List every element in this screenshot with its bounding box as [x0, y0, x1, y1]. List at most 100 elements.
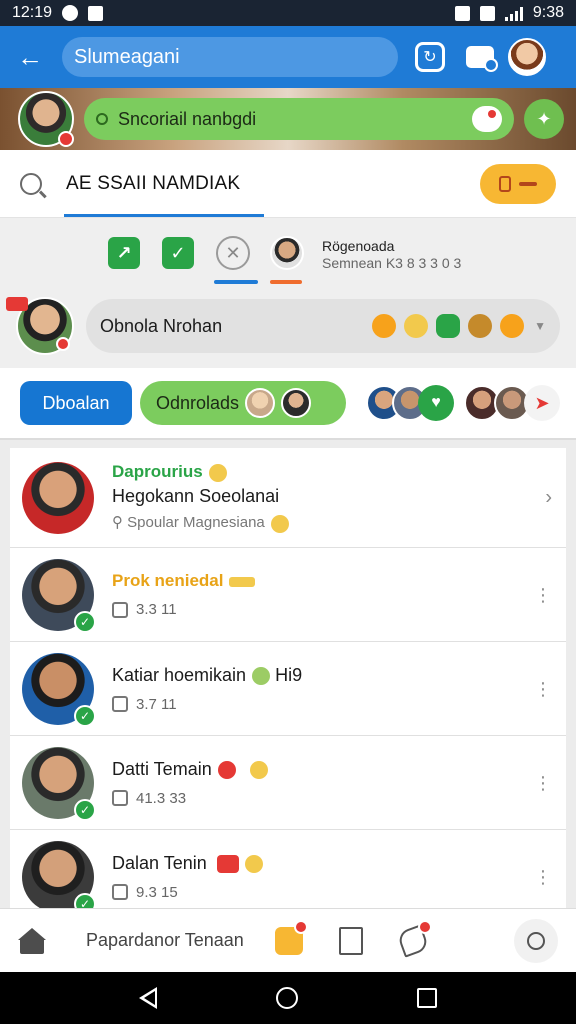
list-item-body: Prok neniedal 3.3 11: [112, 571, 256, 618]
back-arrow-icon[interactable]: ←: [12, 39, 48, 75]
reaction-group: [372, 314, 525, 338]
app-title: Slumeagani: [74, 45, 180, 68]
flag-icon: [6, 297, 28, 311]
channel-avatar[interactable]: [6, 297, 74, 355]
list-item-detail: ⚲ Spoular Magnesiana: [112, 513, 289, 533]
list-item-title: Datti Temain: [112, 759, 268, 780]
magic-search-icon[interactable]: ✦: [524, 99, 564, 139]
search-input[interactable]: AE SSAII NAMDIAK: [66, 173, 240, 195]
chat-icon: [466, 46, 498, 72]
search-row: AE SSAII NAMDIAK: [0, 150, 576, 218]
tab-meta-name: Rögenoada: [322, 238, 395, 254]
list-item[interactable]: ✓ Dalan Tenin 9.3 15 ⋮: [10, 830, 566, 908]
nav-pen[interactable]: [396, 919, 432, 958]
filter-primary-button[interactable]: Dboalan: [20, 381, 132, 425]
title-search-pill[interactable]: Slumeagani: [62, 37, 398, 77]
notification-chip-icon[interactable]: [472, 106, 502, 132]
status-time: 12:19: [12, 4, 53, 21]
emoji-icon: [249, 760, 268, 779]
list-item-title: Daprourius: [112, 462, 289, 482]
thumbs-up-icon[interactable]: [112, 790, 128, 806]
filter-secondary-label: Odnrolads: [156, 392, 240, 413]
profile-icon[interactable]: [514, 918, 558, 963]
list-item-subtitle: Hegokann Soeolanai: [112, 486, 280, 507]
avatar[interactable]: [508, 38, 546, 76]
more-options-icon[interactable]: ⋮: [534, 680, 552, 698]
avatar-stack: ♥ ➤: [366, 385, 560, 421]
banner-avatar[interactable]: [18, 91, 74, 147]
emoji-icon[interactable]: [468, 314, 493, 338]
emoji-icon[interactable]: [436, 314, 461, 338]
emoji-icon[interactable]: [372, 314, 397, 338]
heart-icon[interactable]: ♥: [418, 385, 454, 421]
badge: [58, 131, 74, 147]
list-item[interactable]: Daprourius Hegokann Soeolanai ⚲ Spoular …: [10, 448, 566, 548]
more-options-icon[interactable]: ⋮: [534, 868, 552, 886]
banner-pill-text: Sncoriail nanbgdi: [118, 108, 257, 129]
notification-icon: [62, 5, 79, 21]
signal-icon: [504, 6, 523, 21]
nav-key[interactable]: [272, 919, 308, 958]
tab-link-icon[interactable]: ↗: [108, 237, 140, 269]
close-icon[interactable]: ✕: [216, 236, 250, 270]
channel-pill[interactable]: Obnola Nrohan ▼: [86, 299, 560, 353]
banner-pill[interactable]: Sncoriail nanbgdi: [84, 98, 514, 140]
system-home-icon[interactable]: [275, 987, 298, 1009]
list-item-body: Daprourius Hegokann Soeolanai ⚲ Spoular …: [112, 462, 289, 533]
tab-indicator-active: [214, 280, 258, 284]
system-recents-icon[interactable]: [416, 988, 437, 1008]
search-icon[interactable]: [20, 172, 42, 195]
filter-primary-label: Dboalan: [42, 392, 110, 413]
verified-icon: ✓: [74, 798, 96, 821]
vibrate-icon: [479, 5, 495, 21]
system-back-icon[interactable]: [139, 987, 158, 1009]
system-nav: [0, 972, 576, 1024]
more-options-icon[interactable]: ⋮: [534, 586, 552, 604]
banner: Sncoriail nanbgdi ✦: [0, 88, 576, 150]
tabs-section: ↗ ✓ ✕ Rögenoada Semnean K3 8 3 3 0 3 Obn…: [0, 218, 576, 368]
chat-button[interactable]: [462, 39, 498, 75]
status-left: 12:19: [12, 4, 104, 22]
list-item[interactable]: ✓ Datti Temain 41.3 33 ⋮: [10, 736, 566, 830]
emoji-icon[interactable]: [500, 314, 525, 338]
emoji-icon: [208, 464, 227, 482]
filter-secondary-button[interactable]: Odnrolads: [140, 381, 346, 425]
list-item-title: Katiar hoemikain Hi9: [112, 664, 303, 685]
avatar: [281, 388, 312, 418]
bottom-nav-label[interactable]: Papardanor Tenaan: [86, 930, 244, 951]
emoji-icon: [252, 666, 271, 685]
thumbs-up-icon[interactable]: [112, 884, 128, 900]
likes: 3.7 11: [112, 696, 302, 713]
search-underline: [64, 214, 264, 217]
thumbs-up-icon[interactable]: [112, 696, 128, 712]
filter-button[interactable]: [480, 163, 556, 204]
list-item-title: Dalan Tenin: [112, 853, 263, 874]
chevron-down-icon[interactable]: ▼: [534, 319, 546, 333]
emoji-icon[interactable]: [404, 314, 429, 338]
verified-icon: ✓: [74, 892, 96, 908]
list-item[interactable]: ✓ Prok neniedal 3.3 11 ⋮: [10, 548, 566, 642]
avatar: [22, 461, 94, 534]
app-bar: ← Slumeagani ↻: [0, 26, 576, 88]
avatar: ✓: [22, 840, 96, 908]
tab-avatar[interactable]: [270, 236, 304, 270]
avatar: ✓: [22, 652, 96, 727]
list-item[interactable]: ✓ Katiar hoemikain Hi9 3.7 11 ⋮: [10, 642, 566, 736]
next-icon[interactable]: ➤: [524, 385, 560, 421]
badge: [56, 337, 70, 351]
emoji-icon: [244, 854, 263, 873]
verified-icon: ✓: [74, 704, 96, 727]
thumbs-up-icon[interactable]: [112, 601, 128, 618]
sync-button[interactable]: ↻: [412, 39, 448, 75]
status-bar: 12:19 9:38: [0, 0, 576, 26]
emoji-icon: [217, 760, 236, 779]
tab-check-icon[interactable]: ✓: [162, 237, 194, 269]
chevron-right-icon[interactable]: ›: [545, 486, 552, 509]
nav-book[interactable]: [334, 924, 368, 958]
more-options-icon[interactable]: ⋮: [534, 774, 552, 792]
avatar: ✓: [22, 558, 96, 633]
home-icon[interactable]: [18, 927, 46, 954]
tab-meta: Rögenoada Semnean K3 8 3 3 0 3: [322, 238, 461, 272]
bottom-nav: Papardanor Tenaan: [0, 908, 576, 972]
list-item-body: Katiar hoemikain Hi9 3.7 11: [112, 665, 302, 713]
